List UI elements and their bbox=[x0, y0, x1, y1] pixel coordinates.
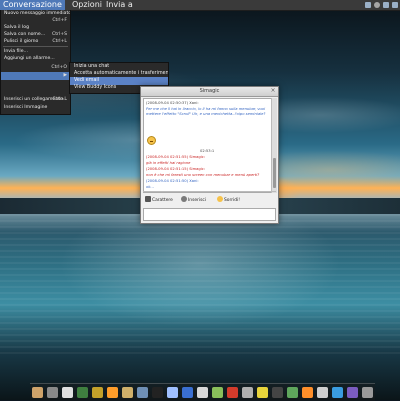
time-separator: 02:53:1 bbox=[200, 149, 215, 153]
menu-conversation[interactable]: Conversazione bbox=[0, 0, 65, 10]
menu-item-insert-image[interactable]: Inserisci Immagine bbox=[1, 104, 70, 112]
dock-app-icon[interactable] bbox=[257, 387, 268, 398]
menu-item-shortcut: Ctrl+L bbox=[52, 97, 67, 102]
chat-title-text: Simagic bbox=[199, 88, 220, 94]
scrollbar-thumb[interactable] bbox=[273, 158, 276, 188]
dock-app-icon[interactable] bbox=[242, 387, 253, 398]
menu-item-clear[interactable]: Pulisci il giorno Ctrl+L bbox=[1, 38, 70, 46]
font-button-label: Carattere bbox=[152, 198, 173, 203]
message-input[interactable] bbox=[143, 208, 276, 221]
menu-item-shortcut: Ctrl+L bbox=[52, 39, 67, 44]
message-header-text: (2008-09-04 02:51:50) Xani: bbox=[146, 179, 199, 183]
dock-app-icon[interactable] bbox=[272, 387, 283, 398]
message-text: Per me che lì hai in liraccio, lo lì ha … bbox=[146, 107, 266, 116]
network-icon[interactable] bbox=[383, 2, 389, 8]
menu-send-to[interactable]: Invia a bbox=[103, 0, 136, 10]
menu-options[interactable]: Opzioni bbox=[69, 0, 105, 10]
dock-app-icon[interactable] bbox=[197, 387, 208, 398]
dock bbox=[30, 383, 375, 401]
dock-app-icon[interactable] bbox=[32, 387, 43, 398]
dock-app-icon[interactable] bbox=[92, 387, 103, 398]
smiley-emoticon-icon bbox=[147, 136, 156, 145]
smiley-icon bbox=[217, 196, 223, 202]
dock-app-icon[interactable] bbox=[302, 387, 313, 398]
chat-window: Simagic × (2008-09-04 02:50:37) Xani: Pe… bbox=[140, 86, 279, 224]
smile-button-label: Sorridi! bbox=[224, 198, 240, 203]
insert-button-label: Inserisci bbox=[188, 198, 207, 203]
insert-button[interactable]: Inserisci bbox=[181, 196, 206, 206]
dock-app-icon[interactable] bbox=[212, 387, 223, 398]
dock-app-icon[interactable] bbox=[77, 387, 88, 398]
menu-item-blank-2[interactable] bbox=[1, 88, 70, 96]
dock-app-icon[interactable] bbox=[167, 387, 178, 398]
close-icon[interactable]: × bbox=[270, 88, 276, 94]
menu-item-insert-link[interactable]: Inserisci un collegamento... Ctrl+L bbox=[1, 96, 70, 104]
menu-separator bbox=[3, 46, 68, 47]
submenu-arrow-icon: ▶ bbox=[63, 73, 67, 78]
dock-app-icon[interactable] bbox=[62, 387, 73, 398]
font-button[interactable]: Carattere bbox=[145, 196, 173, 206]
insert-icon bbox=[181, 196, 187, 202]
dock-app-icon[interactable] bbox=[137, 387, 148, 398]
system-tray bbox=[365, 0, 398, 10]
message-text: non è che mi faresti uno screen con menu… bbox=[146, 173, 260, 177]
message-header: (2008-09-04 02:51:50) Xani: bbox=[146, 179, 199, 183]
message-header-text: (2008-09-04 02:51:55) Simagic: bbox=[146, 155, 206, 159]
message-header: (2008-09-04 02:50:37) Xani: bbox=[146, 101, 199, 105]
dock-app-icon[interactable] bbox=[332, 387, 343, 398]
dock-app-icon[interactable] bbox=[227, 387, 238, 398]
message-header: (2008-09-04 02:51:55) Simagic: bbox=[146, 155, 205, 159]
conversation-dropdown-menu: Nuovo messaggio immediato... Ctrl+F Salv… bbox=[0, 10, 71, 115]
dock-app-icon[interactable] bbox=[107, 387, 118, 398]
dock-app-icon[interactable] bbox=[122, 387, 133, 398]
message-header-text: (2008-09-04 02:51:15) Simagic: bbox=[146, 167, 206, 171]
dock-app-icon[interactable] bbox=[362, 387, 373, 398]
chat-window-title[interactable]: Simagic × bbox=[141, 87, 278, 97]
menu-item-add-alarm[interactable]: Aggiungi un allarme... bbox=[1, 55, 70, 63]
chat-log[interactable]: (2008-09-04 02:50:37) Xani: Per me che l… bbox=[143, 98, 272, 193]
dock-app-icon[interactable] bbox=[347, 387, 358, 398]
dock-app-icon[interactable] bbox=[152, 387, 163, 398]
chat-scrollbar[interactable] bbox=[271, 98, 277, 193]
status-icon[interactable] bbox=[374, 2, 380, 8]
bluetooth-icon[interactable] bbox=[365, 2, 371, 8]
submenu-item-label: View Buddy Icons bbox=[74, 85, 117, 90]
chat-divider[interactable] bbox=[143, 191, 276, 192]
volume-icon[interactable] bbox=[392, 2, 398, 8]
menu-item-blank-1[interactable] bbox=[1, 80, 70, 88]
message-header-text: (2008-09-04 02:50:37) Xani: bbox=[146, 101, 199, 105]
menu-item-label: Inserisci Immagine bbox=[4, 105, 48, 110]
chat-toolbar: Carattere Inserisci Sorridi! bbox=[143, 195, 276, 207]
message-text: già in effetti hai ragione bbox=[146, 161, 191, 165]
wallpaper-water bbox=[0, 214, 400, 354]
message-header: (2008-09-04 02:51:15) Simagic: bbox=[146, 167, 205, 171]
font-icon bbox=[145, 196, 151, 202]
menu-item-label: Aggiungi un allarme... bbox=[4, 56, 55, 61]
dock-app-icon[interactable] bbox=[317, 387, 328, 398]
smile-button[interactable]: Sorridi! bbox=[217, 196, 240, 206]
menu-item-ctrl-o[interactable]: Ctrl+O bbox=[1, 64, 70, 72]
dock-app-icon[interactable] bbox=[182, 387, 193, 398]
menu-item-shortcut: Ctrl+O bbox=[51, 65, 67, 70]
menu-item-label: Pulisci il giorno bbox=[4, 39, 39, 44]
menu-item-more-selected[interactable]: ▶ bbox=[1, 72, 70, 80]
dock-app-icon[interactable] bbox=[47, 387, 58, 398]
dock-app-icon[interactable] bbox=[287, 387, 298, 398]
message-text: ok... bbox=[146, 185, 154, 189]
